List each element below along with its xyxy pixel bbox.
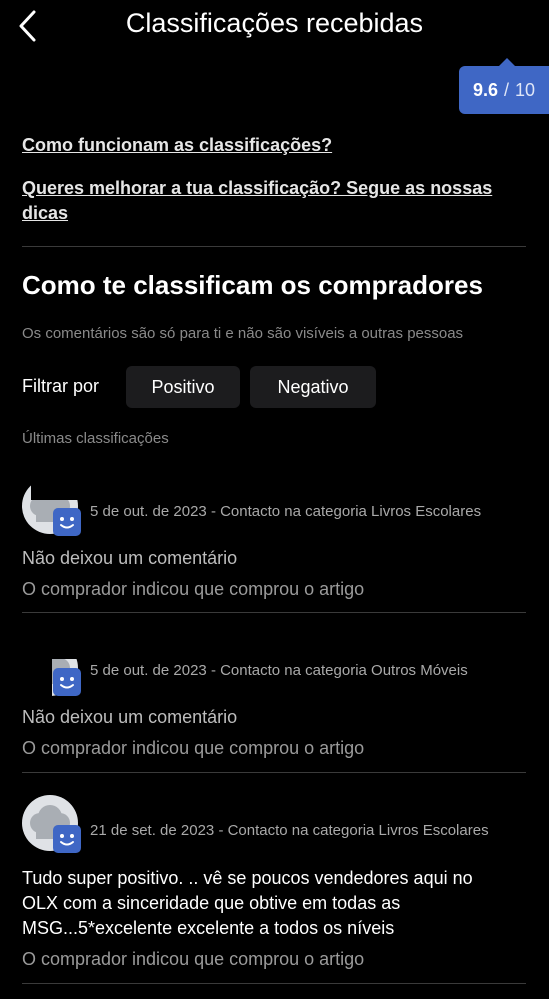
page-title: Classificações recebidas <box>125 8 424 38</box>
redacted-name <box>14 622 305 659</box>
improve-rating-link-line1: Queres melhorar a tua classificação? Seg… <box>22 178 493 198</box>
purchase-indicator: O comprador indicou que comprou o artigo <box>22 738 365 758</box>
divider <box>22 983 526 984</box>
header: Classificações recebidas <box>0 0 549 56</box>
review-comment-line: OLX com a sinceridade que obtive em toda… <box>22 893 401 913</box>
filter-label: Filtrar por <box>22 376 100 396</box>
latest-ratings-label: Últimas classificações <box>22 430 169 447</box>
purchase-indicator: O comprador indicou que comprou o artigo <box>22 949 365 969</box>
review-comment: Não deixou um comentário <box>22 707 238 727</box>
happy-face-icon <box>53 825 81 853</box>
review-meta: 5 de out. de 2023 - Contacto na categori… <box>90 662 468 679</box>
rating-score-max: 10 <box>515 79 536 100</box>
review-comment-line: MSG...5*excelente excelente a todos os n… <box>22 918 395 938</box>
rating-score-badge: 9.6 / 10 <box>459 58 549 114</box>
divider <box>22 612 526 613</box>
privacy-note: Os comentários são só para ti e não são … <box>22 325 464 342</box>
how-ratings-work-link[interactable]: Como funcionam as classificações? <box>22 133 332 158</box>
review-comment-line: Tudo super positivo. .. vê se poucos ven… <box>22 868 473 888</box>
review-meta: 21 de set. de 2023 - Contacto na categor… <box>90 822 489 839</box>
review-meta: 5 de out. de 2023 - Contacto na categori… <box>90 503 482 520</box>
redacted-name <box>81 785 183 821</box>
rating-score-value: 9.6 <box>472 79 498 100</box>
happy-face-icon <box>53 668 81 696</box>
redacted-name <box>31 466 312 500</box>
divider <box>22 246 526 247</box>
purchase-indicator: O comprador indicou que comprou o artigo <box>22 579 365 599</box>
redacted-avatar <box>12 640 52 706</box>
section-title: Como te classificam os compradores <box>22 270 483 300</box>
divider <box>22 772 526 773</box>
happy-face-icon <box>53 508 81 536</box>
filter-negative-button[interactable]: Negativo <box>250 366 376 408</box>
filter-positive-button[interactable]: Positivo <box>126 366 240 408</box>
improve-rating-link-line2: dicas <box>22 203 69 223</box>
improve-rating-link[interactable]: Queres melhorar a tua classificação? Seg… <box>22 176 492 226</box>
review-comment: Tudo super positivo. .. vê se poucos ven… <box>22 866 527 941</box>
rating-score-separator: / <box>503 79 509 100</box>
review-comment: Não deixou um comentário <box>22 548 238 568</box>
